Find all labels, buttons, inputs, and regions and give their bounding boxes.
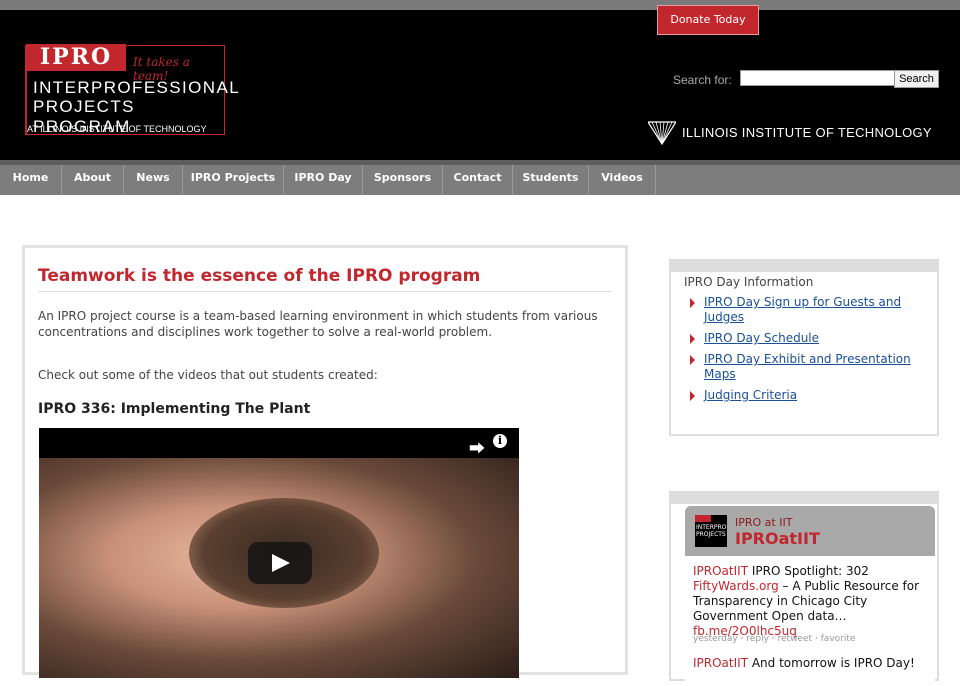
nav-ipro-day[interactable]: IPRO Day xyxy=(284,165,363,195)
tweet-user[interactable]: IPROatIIT xyxy=(693,564,748,578)
twitter-display-name[interactable]: IPRO at IIT xyxy=(735,516,792,529)
nav-ipro-projects[interactable]: IPRO Projects xyxy=(183,165,284,195)
ipro-day-links: IPRO Day Sign up for Guests and Judges I… xyxy=(684,295,914,409)
tweet-text: IPRO Spotlight: 302 xyxy=(748,564,869,578)
site-header: IPRO It takes a team! INTERPROFESSIONAL … xyxy=(0,10,960,160)
avatar-badge xyxy=(695,515,711,522)
share-icon[interactable]: ⮕ xyxy=(469,435,485,459)
play-icon xyxy=(272,554,290,572)
link-judging-criteria[interactable]: Judging Criteria xyxy=(704,388,797,402)
tweet-favorite[interactable]: favorite xyxy=(821,634,856,644)
search-label: Search for: xyxy=(673,73,732,87)
list-item: IPRO Day Sign up for Guests and Judges xyxy=(684,295,914,325)
nav-contact[interactable]: Contact xyxy=(443,165,513,195)
intro-paragraph: An IPRO project course is a team-based l… xyxy=(38,309,598,339)
tweet: IPROatIIT And tomorrow is IPRO Day! xyxy=(693,656,928,670)
videos-intro: Check out some of the videos that out st… xyxy=(38,368,378,382)
twitter-widget: INTERPROF PROJECTS PRO IPRO at IIT IPROa… xyxy=(669,491,939,686)
list-item: Judging Criteria xyxy=(684,388,914,403)
avatar[interactable]: INTERPROF PROJECTS PRO xyxy=(695,515,727,547)
search-button[interactable]: Search xyxy=(894,70,939,88)
nav-videos[interactable]: Videos xyxy=(589,165,656,195)
nav-students[interactable]: Students xyxy=(513,165,589,195)
list-item: IPRO Day Exhibit and Presentation Maps xyxy=(684,352,914,382)
tweet-retweet[interactable]: retweet xyxy=(778,634,813,644)
donate-button[interactable]: Donate Today xyxy=(657,5,759,35)
main-nav: Home About News IPRO Projects IPRO Day S… xyxy=(0,160,960,195)
list-item: IPRO Day Schedule xyxy=(684,331,914,346)
info-icon[interactable]: i xyxy=(493,434,507,448)
tweet-text: And tomorrow is IPRO Day! xyxy=(748,656,915,670)
bullet-arrow-icon xyxy=(690,355,695,365)
tweet-meta: yesterday · reply · retweet · favorite xyxy=(693,634,856,644)
logo-line-3: AT ILLINOIS INSTITUTE OF TECHNOLOGY xyxy=(27,124,207,134)
nav-home[interactable]: Home xyxy=(0,165,62,195)
nav-about[interactable]: About xyxy=(62,165,124,195)
institution-name[interactable]: ILLINOIS INSTITUTE OF TECHNOLOGY xyxy=(682,125,932,140)
video-title: IPRO 336: Implementing The Plant xyxy=(38,401,311,417)
video-player[interactable]: ⮕ i xyxy=(39,428,519,678)
bullet-arrow-icon xyxy=(690,334,695,344)
logo-line-1: INTERPROFESSIONAL xyxy=(33,78,241,97)
tweet: IPROatIIT IPRO Spotlight: 302 FiftyWards… xyxy=(693,564,928,639)
play-button[interactable] xyxy=(248,542,312,584)
ipro-logo[interactable]: IPRO It takes a team! INTERPROFESSIONAL … xyxy=(25,44,239,145)
tweet-user[interactable]: IPROatIIT xyxy=(693,656,748,670)
twitter-handle[interactable]: IPROatIIT xyxy=(735,529,820,548)
link-guests-judges[interactable]: IPRO Day Sign up for Guests and Judges xyxy=(704,295,901,324)
main-content: Teamwork is the essence of the IPRO prog… xyxy=(22,245,628,678)
nav-news[interactable]: News xyxy=(124,165,183,195)
ipro-day-widget: IPRO Day Information IPRO Day Sign up fo… xyxy=(669,259,939,436)
tweet-reply[interactable]: reply xyxy=(746,634,769,644)
tweet-link[interactable]: FiftyWards.org xyxy=(693,579,779,593)
iit-logo-icon xyxy=(648,121,676,146)
top-strip xyxy=(0,0,960,10)
bullet-arrow-icon xyxy=(690,391,695,401)
widget-title: IPRO Day Information xyxy=(684,275,814,289)
avatar-line: PROJECTS PRO xyxy=(696,531,727,538)
bullet-arrow-icon xyxy=(690,298,695,308)
title-divider xyxy=(38,291,611,292)
twitter-header: INTERPROF PROJECTS PRO IPRO at IIT IPROa… xyxy=(685,506,935,556)
twitter-feed: INTERPROF PROJECTS PRO IPRO at IIT IPROa… xyxy=(685,506,935,686)
avatar-line: INTERPROF xyxy=(696,524,727,531)
link-schedule[interactable]: IPRO Day Schedule xyxy=(704,331,819,345)
nav-sponsors[interactable]: Sponsors xyxy=(363,165,443,195)
tweet-time[interactable]: yesterday xyxy=(693,634,738,644)
page-title: Teamwork is the essence of the IPRO prog… xyxy=(38,266,481,286)
logo-badge: IPRO xyxy=(26,44,126,71)
search-input[interactable] xyxy=(740,70,896,86)
link-maps[interactable]: IPRO Day Exhibit and Presentation Maps xyxy=(704,352,911,381)
